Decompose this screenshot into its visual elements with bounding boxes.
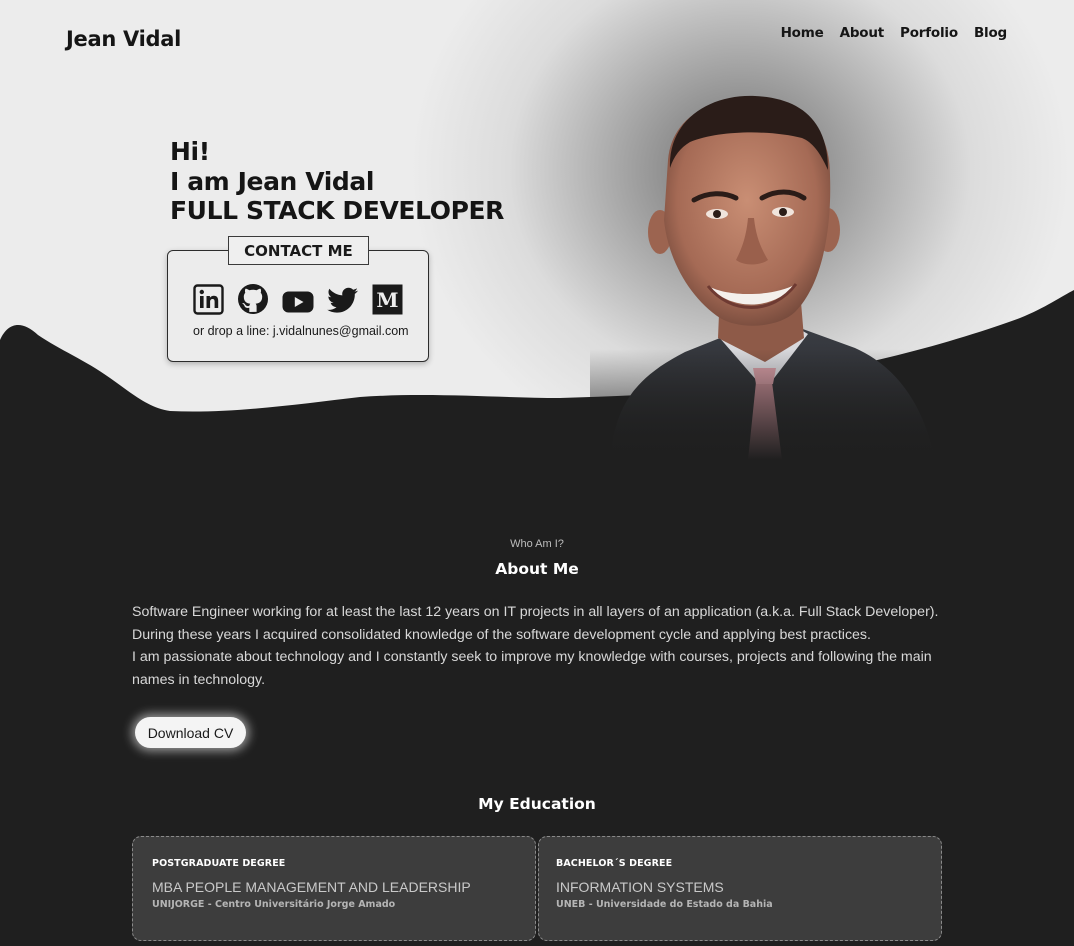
hero-heading: Hi! I am Jean Vidal FULL STACK DEVELOPER [170, 137, 504, 226]
contact-email-line[interactable]: or drop a line: j.vidalnunes@gmail.com [193, 324, 409, 338]
medium-icon[interactable]: M [372, 284, 403, 320]
svg-text:M: M [376, 288, 398, 312]
education-card: POSTGRADUATE DEGREE MBA PEOPLE MANAGEMEN… [132, 836, 536, 941]
download-cv-button[interactable]: Download CV [135, 717, 246, 748]
youtube-icon[interactable] [282, 284, 314, 319]
education-card: BACHELOR´S DEGREE INFORMATION SYSTEMS UN… [538, 836, 942, 941]
main-nav: Home About Porfolio Blog [781, 25, 1008, 41]
nav-about-link[interactable]: About [840, 25, 885, 41]
about-paragraph: Software Engineer working for at least t… [132, 604, 939, 620]
about-pretitle: Who Am I? [510, 538, 564, 550]
hero-role: FULL STACK DEVELOPER [170, 196, 505, 225]
education-course: MBA PEOPLE MANAGEMENT AND LEADERSHIP [152, 879, 471, 895]
nav-blog-link[interactable]: Blog [974, 25, 1007, 41]
profile-portrait-image [590, 90, 950, 460]
about-paragraph: I am passionate about technology and I c… [132, 649, 932, 688]
twitter-icon[interactable] [327, 283, 359, 320]
nav-home-link[interactable]: Home [781, 25, 824, 41]
education-degree-type: POSTGRADUATE DEGREE [152, 858, 286, 869]
about-paragraph: During these years I acquired consolidat… [132, 626, 871, 643]
brand-logo[interactable]: Jean Vidal [66, 27, 181, 51]
education-school: UNEB - Universidade do Estado da Bahia [556, 899, 773, 910]
hero-section: Jean Vidal Home About Porfolio Blog Hi! … [0, 0, 1074, 480]
linkedin-icon[interactable] [193, 283, 224, 320]
nav-portfolio-link[interactable]: Porfolio [900, 25, 958, 41]
hero-intro: I am Jean Vidal [170, 166, 375, 196]
contact-me-label: CONTACT ME [228, 236, 369, 265]
education-title: My Education [478, 795, 596, 813]
social-links: M [193, 283, 403, 320]
github-icon[interactable] [237, 283, 269, 320]
education-school: UNIJORGE - Centro Universitário Jorge Am… [152, 899, 396, 910]
education-course: INFORMATION SYSTEMS [556, 879, 724, 895]
about-title: About Me [495, 560, 579, 578]
about-description: Software Engineer working for at least t… [132, 601, 944, 691]
hero-greeting: Hi! [170, 137, 210, 166]
education-degree-type: BACHELOR´S DEGREE [556, 858, 673, 869]
